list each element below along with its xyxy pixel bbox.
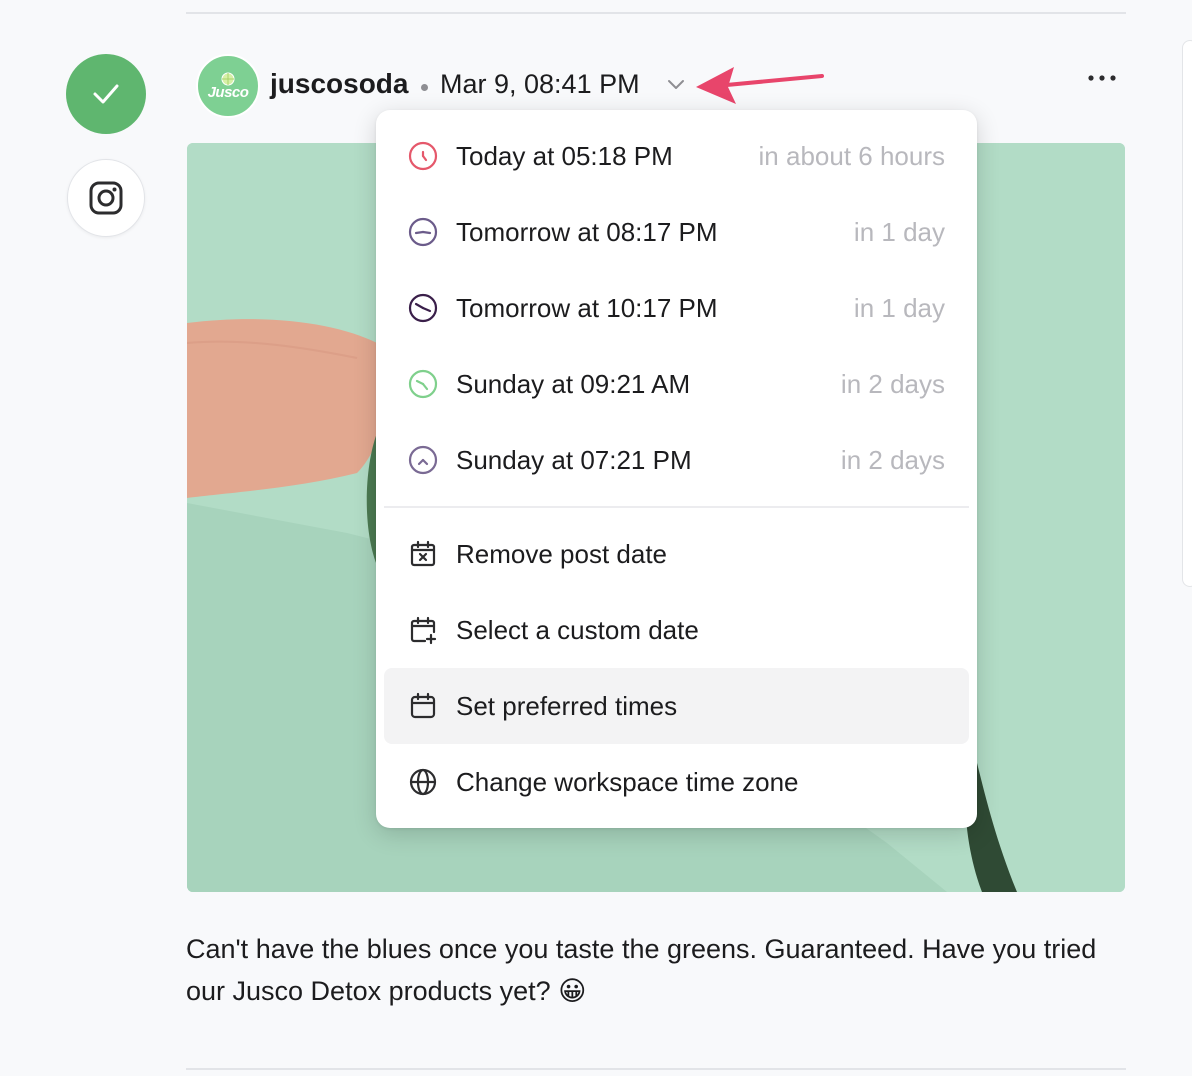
clock-icon — [408, 141, 438, 171]
menu-slot-tomorrow-0817[interactable]: Tomorrow at 08:17 PM in 1 day — [384, 194, 969, 270]
bottom-divider — [186, 1068, 1126, 1070]
avatar-logo-text: Jusco — [207, 83, 249, 101]
menu-slot-tomorrow-1017[interactable]: Tomorrow at 10:17 PM in 1 day — [384, 270, 969, 346]
menu-slot-today-0518[interactable]: Today at 05:18 PM in about 6 hours — [384, 118, 969, 194]
menu-slot-label: Sunday at 09:21 AM — [456, 368, 691, 399]
clock-icon — [408, 369, 438, 399]
calendar-add-icon — [410, 616, 437, 645]
post-caption[interactable]: Can't have the blues once you taste the … — [186, 928, 1116, 1012]
remove-post-date-item[interactable]: Remove post date — [384, 516, 969, 592]
more-options-button[interactable] — [1080, 62, 1124, 94]
menu-slot-relative: in 2 days — [840, 368, 945, 399]
globe-icon — [409, 768, 437, 796]
menu-slot-relative: in about 6 hours — [758, 140, 945, 171]
grinning-face-emoji: 😀 — [558, 976, 587, 1006]
menu-action-label: Set preferred times — [456, 690, 678, 721]
set-preferred-times-item[interactable]: Set preferred times — [384, 668, 969, 744]
menu-slot-label: Sunday at 07:21 PM — [456, 444, 692, 475]
account-avatar[interactable]: Jusco — [196, 54, 260, 118]
change-time-zone-item[interactable]: Change workspace time zone — [384, 744, 969, 820]
clock-icon — [408, 445, 438, 475]
post-date-button[interactable]: Mar 9, 08:41 PM — [440, 69, 640, 100]
menu-slot-label: Tomorrow at 10:17 PM — [456, 292, 718, 323]
calendar-icon — [410, 692, 436, 719]
caption-text: Can't have the blues once you taste the … — [186, 934, 1097, 1006]
menu-slot-sunday-0721[interactable]: Sunday at 07:21 PM in 2 days — [384, 422, 969, 498]
side-panel-edge — [1182, 40, 1192, 587]
clock-icon — [408, 293, 438, 323]
instagram-icon — [89, 181, 123, 215]
schedule-dropdown-menu: Today at 05:18 PM in about 6 hours Tomor… — [376, 110, 977, 828]
menu-slot-relative: in 1 day — [853, 292, 945, 323]
account-name[interactable]: juscosoda — [270, 68, 408, 100]
menu-slot-relative: in 1 day — [853, 216, 945, 247]
meta-separator-dot — [421, 84, 428, 91]
menu-slot-relative: in 2 days — [840, 444, 945, 475]
annotation-arrow-icon — [696, 67, 824, 104]
menu-separator — [384, 506, 969, 508]
menu-slot-label: Tomorrow at 08:17 PM — [456, 216, 718, 247]
calendar-remove-icon — [410, 540, 436, 567]
more-horizontal-icon — [1088, 75, 1116, 81]
chevron-down-icon[interactable] — [666, 78, 686, 92]
menu-slot-sunday-0921[interactable]: Sunday at 09:21 AM in 2 days — [384, 346, 969, 422]
clock-icon — [408, 217, 438, 247]
check-icon — [93, 84, 119, 104]
instagram-platform-button[interactable] — [67, 159, 145, 237]
approved-status-button[interactable] — [66, 54, 146, 134]
menu-slot-label: Today at 05:18 PM — [456, 140, 673, 171]
top-divider — [186, 12, 1126, 14]
select-custom-date-item[interactable]: Select a custom date — [384, 592, 969, 668]
menu-action-label: Select a custom date — [456, 614, 699, 645]
menu-action-label: Change workspace time zone — [456, 766, 799, 797]
menu-action-label: Remove post date — [456, 538, 668, 569]
